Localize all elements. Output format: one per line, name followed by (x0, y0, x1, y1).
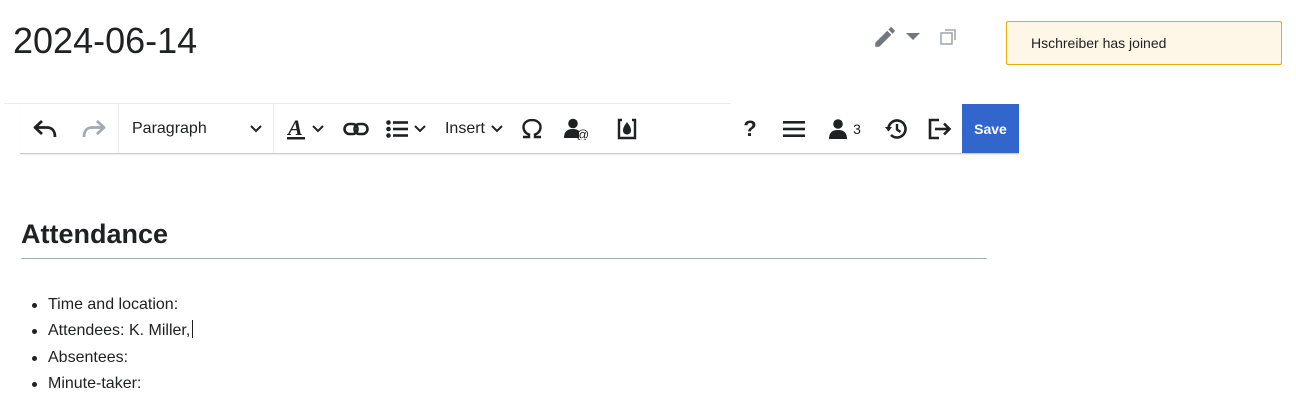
help-button[interactable]: ? (728, 104, 772, 153)
save-button[interactable]: Save (962, 104, 1019, 153)
expand-icon[interactable] (938, 22, 958, 52)
list-item: Minute-taker: (21, 371, 193, 397)
list-item: Absentees: (21, 345, 193, 371)
list-item: Time and location: (21, 292, 193, 318)
actions-group: ? 3 Save (728, 104, 1019, 153)
list-item-text: Attendees: K. Miller, (48, 322, 191, 340)
style-group: A (274, 104, 376, 153)
page-title: 2024-06-14 (13, 20, 198, 61)
list-dropdown[interactable] (376, 104, 436, 153)
chevron-down-icon (491, 124, 503, 133)
text-style-icon: A (286, 117, 306, 141)
undo-icon[interactable] (20, 104, 70, 153)
insert-group: Insert @ (436, 104, 652, 153)
editor-toolbar: Paragraph A Insert @ ? 3 Save (20, 104, 1019, 154)
users-button[interactable]: 3 (816, 104, 874, 153)
omega-icon[interactable] (512, 104, 552, 153)
paragraph-format-dropdown[interactable]: Paragraph (119, 104, 273, 153)
editor-content[interactable]: Attendance Time and location: Attendees:… (21, 212, 987, 392)
history-icon[interactable] (874, 104, 918, 153)
users-count: 3 (853, 120, 861, 137)
bullet-list-icon (386, 119, 408, 138)
list-item-text: Minute-taker: (48, 374, 142, 392)
svg-text:A: A (286, 117, 303, 140)
chevron-down-icon (250, 124, 262, 133)
section-heading: Attendance (21, 212, 987, 259)
hamburger-icon[interactable] (772, 104, 816, 153)
notification-popup: Hschreiber has joined (1006, 21, 1282, 65)
chevron-down-icon (312, 124, 324, 133)
history-group (20, 104, 118, 153)
list-item-text: Absentees: (48, 348, 129, 366)
svg-text:@: @ (576, 127, 589, 140)
redo-icon[interactable] (70, 104, 118, 153)
link-icon[interactable] (336, 104, 376, 153)
chevron-down-icon (414, 124, 426, 133)
caret-down-icon[interactable] (902, 22, 924, 52)
list-item-text: Time and location: (48, 296, 179, 313)
user-mention-icon[interactable]: @ (552, 104, 602, 153)
insert-label: Insert (444, 119, 485, 137)
format-group: Paragraph (119, 104, 273, 153)
insert-dropdown[interactable]: Insert (436, 104, 512, 153)
list-item: Attendees: K. Miller, (21, 318, 194, 344)
user-icon (829, 118, 848, 139)
signature-icon[interactable] (602, 104, 652, 153)
paragraph-format-label: Paragraph (132, 119, 207, 137)
text-cursor (192, 320, 194, 339)
notification-text: Hschreiber has joined (1031, 35, 1167, 51)
pencil-icon[interactable] (870, 22, 900, 52)
exit-icon[interactable] (918, 104, 962, 153)
text-style-dropdown[interactable]: A (274, 104, 336, 153)
structure-group (376, 104, 436, 153)
attendance-list: Time and location: Attendees: K. Miller,… (21, 292, 194, 397)
title-actions (870, 22, 958, 52)
